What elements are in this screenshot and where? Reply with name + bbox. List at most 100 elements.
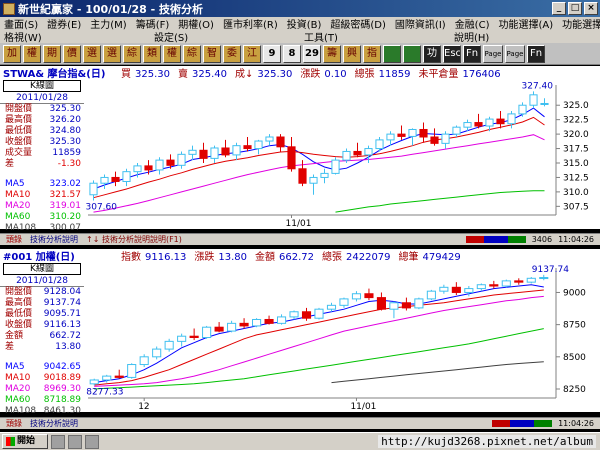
toolbar-button[interactable]	[403, 44, 421, 63]
candle-body	[133, 165, 142, 173]
toolbar-button[interactable]: 加	[3, 44, 21, 63]
y-tick-label: 317.5	[563, 145, 589, 155]
candle-body	[389, 302, 399, 310]
menu-item[interactable]: 設定(S)	[150, 29, 300, 44]
candle-body	[155, 159, 164, 171]
y-tick-label: 322.5	[563, 116, 589, 126]
menu-item[interactable]: 工具(T)	[300, 29, 450, 44]
menu-item[interactable]: 格視(W)	[0, 29, 150, 44]
ma-row: MA5 9042.65	[0, 362, 84, 373]
stat-row: 最低價 9095.71	[0, 309, 84, 320]
candle-body	[514, 280, 524, 283]
ma-value: 310.20	[49, 212, 82, 222]
stat-row: 成交量 11859	[0, 148, 84, 159]
toolbar-button[interactable]: 興	[343, 44, 361, 63]
taskbar-app-icon[interactable]	[85, 434, 99, 449]
toolbar-button[interactable]: 江	[243, 44, 261, 63]
ma-label: MA20	[5, 384, 31, 394]
top-candlestick-chart[interactable]: 307.5 310.0 312.5 315.0 317.5 320.0 322.5 325.0…	[84, 79, 600, 229]
x-tick-label: 11/01	[350, 402, 376, 412]
top-count: 3406	[531, 235, 553, 244]
ma-line-ma5	[93, 107, 545, 190]
toolbar-button[interactable]: 綜	[123, 44, 141, 63]
taskbar-app-icon[interactable]	[68, 434, 82, 449]
stat-label: 開盤價	[5, 104, 33, 114]
maximize-button[interactable]: □	[568, 2, 582, 15]
candle-body	[314, 308, 324, 319]
bottom-symbol: #001 加權(日)	[3, 252, 75, 263]
ma-row: MA10 9018.89	[0, 373, 84, 384]
candle-body	[265, 136, 274, 142]
taskbar-app-icon[interactable]	[51, 434, 65, 449]
close-button[interactable]: ×	[584, 2, 598, 15]
ma-value: 9018.89	[43, 373, 81, 383]
stat-row: 差 -1.30	[0, 159, 84, 170]
stat-value: 9128.04	[43, 287, 81, 297]
bottom-kchart-tab[interactable]: K線圖	[3, 263, 81, 275]
bottom-clock: 11:04:26	[558, 419, 594, 428]
bottom-side-panel: K線圖 2011/01/28 開盤價 9128.04 最高價 9137.74 最低價 90…	[0, 262, 84, 416]
stat-row: 差 13.80	[0, 342, 84, 353]
toolbar-button[interactable]: 權	[23, 44, 41, 63]
stat-label: 收盤價	[5, 320, 33, 330]
toolbar-button[interactable]: 智	[203, 44, 221, 63]
x-tick-label: 12	[138, 402, 149, 412]
bottom-fields: 指數 9116.13 漲跌 13.80 金額 662.72 總張 2422079 總筆 47942…	[113, 248, 461, 263]
ma-row: MA10 321.57	[0, 190, 84, 201]
toolbar-button[interactable]: 籌	[323, 44, 341, 63]
stat-row: 收盤價 325.30	[0, 137, 84, 148]
ma-row: MA5 323.02	[0, 179, 84, 190]
toolbar-button[interactable]: 8	[283, 44, 301, 63]
candle-body	[164, 340, 174, 350]
candle-body	[239, 322, 249, 327]
candle-body	[89, 379, 99, 385]
candle-body	[243, 145, 252, 150]
toolbar-button[interactable]: Page Down	[505, 44, 525, 63]
toolbar-button[interactable]	[383, 44, 401, 63]
ma-value: 319.01	[49, 201, 82, 211]
top-clock: 11:04:26	[558, 235, 594, 244]
stat-label: 收盤價	[5, 137, 33, 147]
candle-body	[364, 148, 373, 156]
candle-body	[451, 286, 461, 293]
toolbar-button[interactable]: 9	[263, 44, 281, 63]
ma-line-ma60	[335, 190, 545, 213]
candle-body	[189, 335, 199, 339]
stat-label: 最高價	[5, 115, 33, 125]
toolbar-button[interactable]: Fn	[527, 44, 545, 63]
toolbar-button[interactable]: 選	[83, 44, 101, 63]
candle-body	[414, 298, 424, 309]
toolbar-button[interactable]: Esc	[443, 44, 461, 63]
top-chart[interactable]: 307.5 310.0 312.5 315.0 317.5 320.0 322.5 325.0…	[84, 79, 600, 229]
toolbar-button[interactable]: 權	[163, 44, 181, 63]
candle-body	[202, 326, 212, 339]
bottom-chart[interactable]: 8250 8500 8750 9000 9137.74 8277.33 12 11/01	[84, 262, 600, 412]
toolbar-button[interactable]: 29	[303, 44, 321, 63]
toolbar-button[interactable]: 指	[363, 44, 381, 63]
window-title: 新世紀贏家 - 100/01/28 - 技術分析	[18, 2, 204, 16]
minimize-button[interactable]: _	[552, 2, 566, 15]
toolbar-button[interactable]: 期	[43, 44, 61, 63]
candle-body	[264, 318, 274, 324]
toolbar-button[interactable]: Fn	[463, 44, 481, 63]
toolbar-button[interactable]: 功能	[423, 44, 441, 63]
candle-body	[331, 159, 340, 174]
bottom-candlestick-chart[interactable]: 8250 8500 8750 9000 9137.74 8277.33 12 11/01	[84, 262, 600, 412]
candle-body	[287, 146, 296, 170]
toolbar-button[interactable]: 類	[143, 44, 161, 63]
toolbar-button[interactable]: 價	[63, 44, 81, 63]
toolbar-button[interactable]: 選	[103, 44, 121, 63]
candle-body	[489, 284, 499, 287]
toolbar-button[interactable]: Page Up	[483, 44, 503, 63]
candle-body	[441, 133, 450, 144]
stat-label: 開盤價	[5, 287, 33, 297]
stat-value: 13.80	[55, 342, 81, 352]
toolbar-button[interactable]: 委	[223, 44, 241, 63]
start-button[interactable]: 開始	[2, 434, 48, 449]
candle-body	[127, 364, 137, 378]
top-kchart-tab[interactable]: K線圖	[3, 80, 81, 92]
toolbar-button[interactable]: 綜	[183, 44, 201, 63]
ma-line-ma20	[93, 134, 545, 213]
menu-item[interactable]: 說明(H)	[450, 29, 600, 44]
high-annotation: 9137.74	[532, 265, 569, 275]
